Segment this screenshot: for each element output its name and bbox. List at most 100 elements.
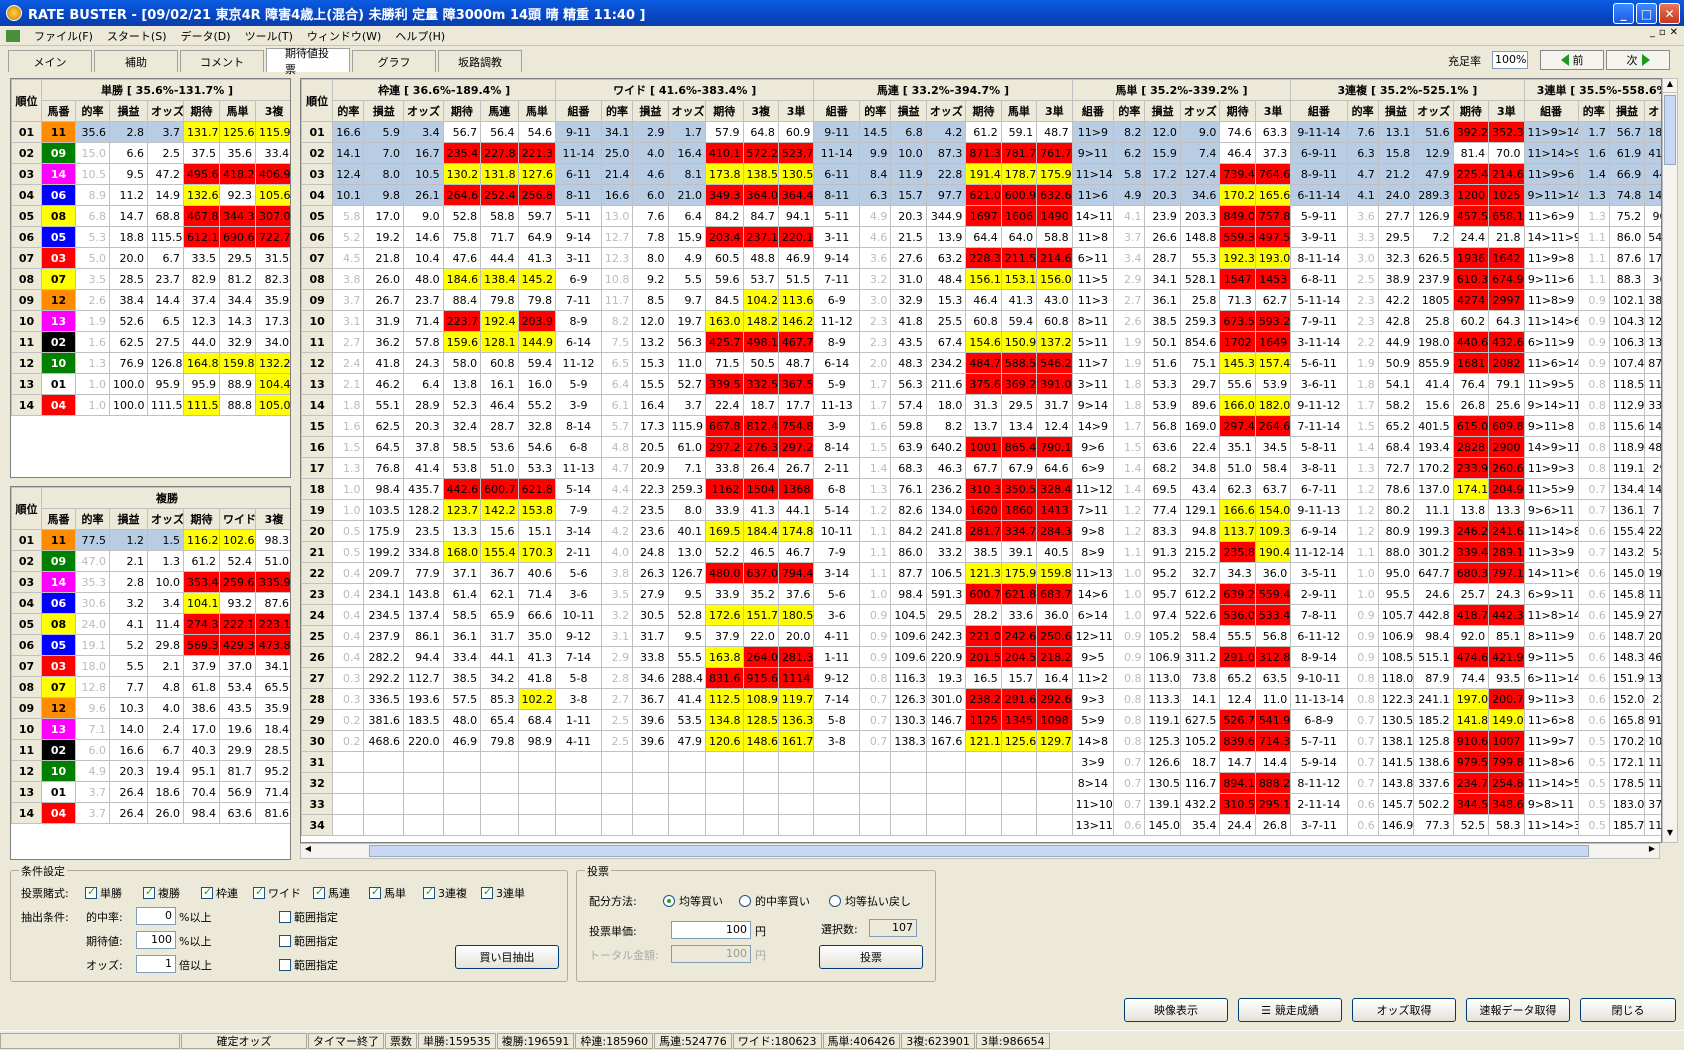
hscroll-thumb[interactable] [369, 845, 1589, 857]
combo-row[interactable]: 22 0.4 209.7 77.9 37.1 36.7 40.6 5-6 3.8 26.3 126.… [301, 562, 1661, 584]
method-payout-radio[interactable]: 均等払い戻し [829, 893, 911, 909]
combo-row[interactable]: 09 3.7 26.7 23.7 88.4 79.8 79.8 7-11 11.7 8.5 9.7 8… [301, 289, 1661, 311]
get-flash-data-button[interactable]: 速報データ取得 [1466, 998, 1570, 1022]
get-odds-button[interactable]: オッズ取得 [1352, 998, 1456, 1022]
ev-input[interactable]: 100 [136, 931, 176, 949]
minimize-button[interactable]: _ [1613, 3, 1634, 24]
combo-row[interactable]: 25 0.4 237.9 86.1 36.1 31.7 35.0 9-12 3.1 31.7 9.5… [301, 625, 1661, 647]
combo-row[interactable]: 30 0.2 468.6 220.0 46.9 79.8 98.9 4-11 2.5 39.6 47… [301, 730, 1661, 752]
combo-row[interactable]: 14 1.8 55.1 28.9 52.3 46.4 55.2 3-9 6.1 16.4 3.7 22… [301, 394, 1661, 416]
combo-row[interactable]: 07 4.5 21.8 10.4 47.6 44.4 41.3 3-11 12.3 8.0 4.9 6… [301, 247, 1661, 269]
win-row[interactable]: 07 03 5.0 20.0 6.7 33.5 29.5 31.5 [11, 247, 290, 269]
combo-row[interactable]: 17 1.3 76.8 41.4 53.8 51.0 53.3 11-13 4.7 20.9 7.1… [301, 457, 1661, 479]
bet-type-checkbox[interactable]: 馬連 [313, 885, 350, 901]
place-row[interactable]: 10 13 7.1 14.0 2.4 17.0 19.6 18.4 [11, 718, 290, 740]
combo-row[interactable]: 32 8>14 0.7 130.5 116.7 894.1 888.2 8-11-12 0.7 1… [301, 772, 1661, 794]
range-hit-checkbox[interactable]: 範囲指定 [279, 909, 338, 925]
menu-help[interactable]: ヘルプ(H) [395, 28, 445, 44]
combo-row[interactable]: 10 3.1 31.9 71.4 223.7 192.4 203.9 8-9 8.2 12.0 19… [301, 310, 1661, 332]
combo-row[interactable]: 26 0.4 282.2 94.4 33.4 44.1 41.3 7-14 2.9 33.8 55.… [301, 646, 1661, 668]
win-row[interactable]: 01 11 35.6 2.8 3.7 131.7 125.6 115.9 [11, 121, 290, 143]
combo-row[interactable]: 12 2.4 41.8 24.3 58.0 60.8 59.4 11-12 6.5 15.3 11.… [301, 352, 1661, 374]
tab-aux[interactable]: 補助 [94, 50, 178, 72]
combo-row[interactable]: 28 0.3 336.5 193.6 57.5 85.3 102.2 3-8 2.7 36.7 41… [301, 688, 1661, 710]
place-row[interactable]: 13 01 3.7 26.4 18.6 70.4 56.9 71.4 [11, 781, 290, 803]
combo-row[interactable]: 05 5.8 17.0 9.0 52.8 58.8 59.7 5-11 13.0 7.6 6.4 84… [301, 205, 1661, 227]
menu-tools[interactable]: ツール(T) [245, 28, 293, 44]
place-row[interactable]: 04 06 30.6 3.2 3.4 104.1 93.2 87.6 [11, 592, 290, 614]
hit-rate-input[interactable]: 0 [136, 907, 176, 925]
tab-graph[interactable]: グラフ [352, 50, 436, 72]
combo-row[interactable]: 20 0.5 175.9 23.5 13.3 15.6 15.1 3-14 4.2 23.6 40.… [301, 520, 1661, 542]
vscroll-thumb[interactable] [1664, 95, 1676, 165]
scroll-right-icon[interactable]: ▶ [1645, 844, 1659, 858]
range-ev-checkbox[interactable]: 範囲指定 [279, 933, 338, 949]
win-row[interactable]: 05 08 6.8 14.7 68.8 467.8 344.3 307.0 [11, 205, 290, 227]
combo-row[interactable]: 21 0.5 199.2 334.8 168.0 155.4 170.3 2-11 4.0 24.… [301, 541, 1661, 563]
combo-row[interactable]: 31 3>9 0.7 126.6 18.7 14.7 14.4 5-9-14 0.7 141.5 1… [301, 751, 1661, 773]
video-button[interactable]: 映像表示 [1124, 998, 1228, 1022]
win-row[interactable]: 11 02 1.6 62.5 27.5 44.0 32.9 34.0 [11, 331, 290, 353]
place-row[interactable]: 01 11 77.5 1.2 1.5 116.2 102.6 98.3 [11, 529, 290, 551]
combo-row[interactable]: 24 0.4 234.5 137.4 58.5 65.9 66.6 10-11 3.2 30.5 5… [301, 604, 1661, 626]
combo-row[interactable]: 33 11>10 0.7 139.1 432.2 310.5 295.1 2-11-14 0.6… [301, 793, 1661, 815]
fill-rate-field[interactable]: 100% [1492, 51, 1528, 69]
combo-row[interactable]: 19 1.0 103.5 128.2 123.7 142.2 153.8 7-9 4.2 23.5… [301, 499, 1661, 521]
scroll-left-icon[interactable]: ◀ [301, 844, 315, 858]
maximize-button[interactable]: □ [1636, 3, 1657, 24]
method-hit-radio[interactable]: 的中率買い [739, 893, 810, 909]
place-row[interactable]: 02 09 47.0 2.1 1.3 61.2 52.4 51.0 [11, 550, 290, 572]
combo-row[interactable]: 08 3.8 26.0 48.0 184.6 138.4 145.2 6-9 10.8 9.2 5.… [301, 268, 1661, 290]
combo-row[interactable]: 18 1.0 98.4 435.7 442.6 600.7 621.8 5-14 4.4 22.3… [301, 478, 1661, 500]
menu-file[interactable]: ファイル(F) [34, 28, 93, 44]
win-row[interactable]: 12 10 1.3 76.9 126.8 164.8 159.8 132.2 [11, 352, 290, 374]
scroll-up-icon[interactable]: ▲ [1663, 79, 1677, 93]
bet-type-checkbox[interactable]: 3連単 [481, 885, 525, 901]
win-row[interactable]: 09 12 2.6 38.4 14.4 37.4 34.4 35.9 [11, 289, 290, 311]
combo-row[interactable]: 02 14.1 7.0 16.7 235.4 227.8 221.3 11-14 25.0 4.0… [301, 142, 1661, 164]
combo-row[interactable]: 34 13>11 0.6 145.0 35.4 24.4 26.8 3-7-11 0.6 146.… [301, 814, 1661, 836]
win-row[interactable]: 04 06 8.9 11.2 14.9 132.6 92.3 105.6 [11, 184, 290, 206]
win-row[interactable]: 10 13 1.9 52.6 6.5 12.3 14.3 17.3 [11, 310, 290, 332]
vertical-scrollbar[interactable]: ▲ ▼ [1662, 78, 1678, 843]
unit-input[interactable]: 100 [671, 921, 751, 939]
win-row[interactable]: 13 01 1.0 100.0 95.9 95.9 88.9 104.4 [11, 373, 290, 395]
mdi-minimize-icon[interactable]: _ [1650, 27, 1655, 38]
place-row[interactable]: 03 14 35.3 2.8 10.0 353.4 259.6 335.9 [11, 571, 290, 593]
tab-main[interactable]: メイン [8, 50, 92, 72]
place-row[interactable]: 07 03 18.0 5.5 2.1 37.9 37.0 34.1 [11, 655, 290, 677]
range-odds-checkbox[interactable]: 範囲指定 [279, 957, 338, 973]
scroll-down-icon[interactable]: ▼ [1663, 828, 1677, 842]
combo-row[interactable]: 04 10.1 9.8 26.1 264.6 252.4 256.8 8-11 16.6 6.0 2… [301, 184, 1661, 206]
place-row[interactable]: 09 12 9.6 10.3 4.0 38.6 43.5 35.9 [11, 697, 290, 719]
horizontal-scrollbar[interactable]: ◀ ▶ [300, 843, 1660, 859]
combo-row[interactable]: 29 0.2 381.6 183.5 48.0 65.4 68.4 1-11 2.5 39.6 53… [301, 709, 1661, 731]
place-row[interactable]: 12 10 4.9 20.3 19.4 95.1 81.7 95.2 [11, 760, 290, 782]
bet-type-checkbox[interactable]: 馬単 [369, 885, 406, 901]
win-row[interactable]: 14 04 1.0 100.0 111.5 111.5 88.8 105.0 [11, 394, 290, 416]
prev-button[interactable]: 前 [1540, 50, 1604, 70]
combo-row[interactable]: 01 16.6 5.9 3.4 56.7 56.4 54.6 9-11 34.1 2.9 1.7 57… [301, 121, 1661, 143]
tab-comment[interactable]: コメント [180, 50, 264, 72]
win-row[interactable]: 06 05 5.3 18.8 115.5 612.1 690.6 722.7 [11, 226, 290, 248]
odds-input[interactable]: 1 [136, 955, 176, 973]
extract-button[interactable]: 買い目抽出 [455, 945, 559, 969]
bet-type-checkbox[interactable]: 複勝 [143, 885, 180, 901]
menu-start[interactable]: スタート(S) [107, 28, 167, 44]
vote-button[interactable]: 投票 [819, 945, 923, 969]
place-row[interactable]: 06 05 19.1 5.2 29.8 569.3 429.3 473.8 [11, 634, 290, 656]
combo-row[interactable]: 13 2.1 46.2 6.4 13.8 16.1 16.0 5-9 6.4 15.5 52.7 33… [301, 373, 1661, 395]
win-row[interactable]: 02 09 15.0 6.6 2.5 37.5 35.6 33.4 [11, 142, 290, 164]
bet-type-checkbox[interactable]: ワイド [253, 885, 301, 901]
combo-row[interactable]: 15 1.6 62.5 20.3 32.4 28.7 32.8 8-14 5.7 17.3 115.… [301, 415, 1661, 437]
place-row[interactable]: 11 02 6.0 16.6 6.7 40.3 29.9 28.5 [11, 739, 290, 761]
bet-type-checkbox[interactable]: 単勝 [85, 885, 122, 901]
tab-slope-training[interactable]: 坂路調教 [438, 50, 522, 72]
win-row[interactable]: 03 14 10.5 9.5 47.2 495.6 418.2 406.9 [11, 163, 290, 185]
place-row[interactable]: 05 08 24.0 4.1 11.4 274.3 222.1 223.1 [11, 613, 290, 635]
combo-row[interactable]: 27 0.3 292.2 112.7 38.5 34.2 41.8 5-8 2.8 34.6 288… [301, 667, 1661, 689]
combo-row[interactable]: 16 1.5 64.5 37.8 58.5 53.6 54.6 6-8 4.8 20.5 61.0 2… [301, 436, 1661, 458]
bet-type-checkbox[interactable]: 3連複 [423, 885, 467, 901]
mdi-restore-icon[interactable]: ▫ [1659, 27, 1666, 38]
tab-expected-value-vote[interactable]: 期待値投票 [266, 47, 350, 76]
